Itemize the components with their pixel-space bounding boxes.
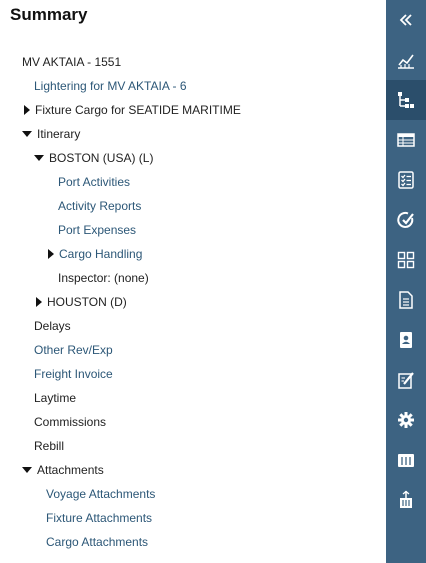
tree-item-label: Itinerary [37,127,81,141]
target-button[interactable] [386,200,426,240]
caret-down-icon[interactable] [22,466,32,473]
document-button[interactable] [386,280,426,320]
tree-item-vessel[interactable]: MV AKTAIA - 1551 [22,50,121,74]
document-icon [399,291,413,309]
tree-item-label: HOUSTON (D) [47,295,127,309]
tree-item-label: Freight Invoice [34,367,113,381]
tree-item-fixture-attachments[interactable]: Fixture Attachments [46,506,152,530]
tree-item-other-rev-exp[interactable]: Other Rev/Exp [34,338,113,362]
tree-item-rebill[interactable]: Rebill [34,434,64,458]
container-button[interactable] [386,440,426,480]
tree-item-laytime[interactable]: Laytime [34,386,76,410]
edit-note-icon [398,372,414,389]
tree-item-lightering[interactable]: Lightering for MV AKTAIA - 6 [34,74,187,98]
checklist-icon [398,171,414,189]
tree-item-cargo-attachments[interactable]: Cargo Attachments [46,530,148,554]
contact-card-icon [400,332,412,348]
target-check-icon [397,211,414,228]
tree-item-label: Laytime [34,391,77,405]
tree-item-commissions[interactable]: Commissions [34,410,106,434]
tree-item-label: Cargo Handling [59,247,143,261]
tree-item-itinerary[interactable]: Itinerary [22,122,80,146]
container-icon [398,454,414,467]
tiles-button[interactable] [386,240,426,280]
collapse-double-chevron-icon [399,14,412,26]
right-toolbar [386,0,426,563]
hierarchy-tree-icon [398,92,414,108]
edit-button[interactable] [386,360,426,400]
tree-item-label: Attachments [37,463,104,477]
collapse-button[interactable] [386,0,426,40]
tree-item-activity-reports[interactable]: Activity Reports [58,194,141,218]
tree-item-freight-invoice[interactable]: Freight Invoice [34,362,113,386]
tree-item-label: Delays [34,319,71,333]
tree-item-port-expenses[interactable]: Port Expenses [58,218,136,242]
page-title: Summary [10,5,88,24]
tree-item-boston[interactable]: BOSTON (USA) (L) [34,146,153,170]
tree-item-label: Port Activities [58,175,131,189]
tree-item-label: Voyage Attachments [46,487,156,501]
tree-item-label: Inspector: (none) [58,271,149,285]
tree-item-label: Cargo Attachments [46,535,149,549]
tree-item-label: Other Rev/Exp [34,343,113,357]
ship-crane-icon [400,490,412,508]
tree-item-label: Port Expenses [58,223,137,237]
tree-item-label: Activity Reports [58,199,142,213]
caret-down-icon[interactable] [22,130,32,137]
caret-right-icon[interactable] [24,104,30,115]
settings-button[interactable] [386,400,426,440]
tree-item-delays[interactable]: Delays [34,314,71,338]
tree-item-houston[interactable]: HOUSTON (D) [34,290,127,314]
table-button[interactable] [386,120,426,160]
contact-button[interactable] [386,320,426,360]
tree-item-fixture-cargo[interactable]: Fixture Cargo for SEATIDE MARITIME [22,98,241,122]
tree-item-label: Fixture Cargo for SEATIDE MARITIME [35,103,241,117]
chart-icon [398,54,414,69]
tree-item-label: Commissions [34,415,107,429]
tree-item-label: Fixture Attachments [46,511,153,525]
caret-right-icon[interactable] [48,248,54,259]
caret-right-icon[interactable] [36,296,42,307]
tree-item-voyage-attachments[interactable]: Voyage Attachments [46,482,155,506]
ship-crane-button[interactable] [386,480,426,520]
checklist-button[interactable] [386,160,426,200]
tree-item-label: MV AKTAIA - 1551 [22,55,122,69]
hierarchy-button[interactable] [386,80,426,120]
tree-item-label: Rebill [34,439,65,453]
table-grid-icon [397,133,415,147]
tree-item-attachments[interactable]: Attachments [22,458,104,482]
tree-item-label: BOSTON (USA) (L) [49,151,154,165]
layout-tiles-icon [397,251,415,269]
caret-down-icon[interactable] [34,154,44,161]
tree-item-inspector[interactable]: Inspector: (none) [58,266,149,290]
chart-button[interactable] [386,40,426,80]
summary-panel: Summary MV AKTAIA - 1551 Lightering for … [0,0,386,563]
tree-item-label: Lightering for MV AKTAIA - 6 [34,79,187,93]
tree-item-cargo-handling[interactable]: Cargo Handling [46,242,142,266]
tree-item-port-activities[interactable]: Port Activities [58,170,130,194]
settings-gear-icon [398,412,414,428]
